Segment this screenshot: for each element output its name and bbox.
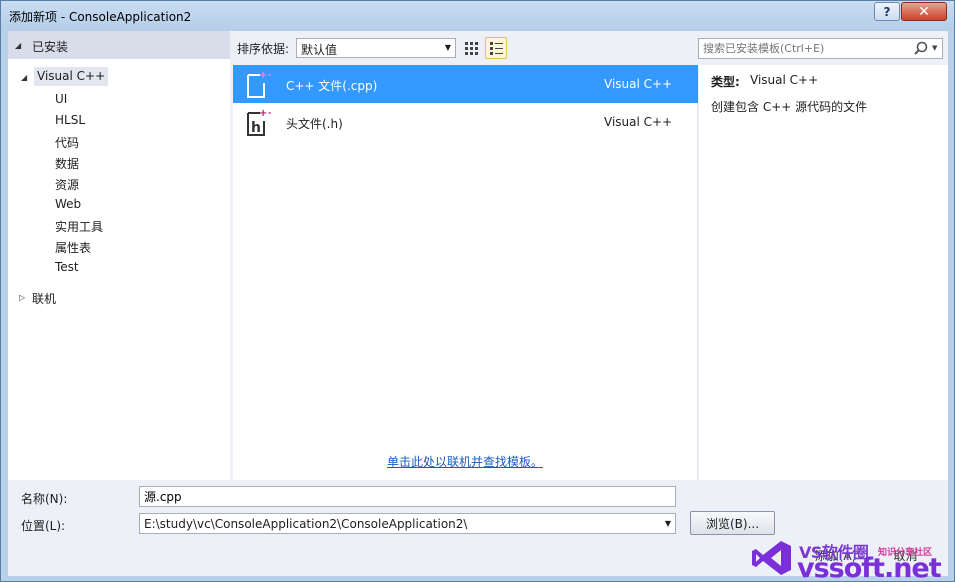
location-label: 位置(L):	[21, 519, 66, 533]
list-view-button[interactable]	[485, 37, 507, 59]
dropdown-arrow-icon: ▼	[444, 43, 451, 52]
close-button[interactable]: ✕	[901, 2, 947, 21]
sort-value: 默认值	[301, 43, 338, 57]
expand-triangle-icon[interactable]: ◢	[21, 73, 27, 82]
tree-item-ui[interactable]: UI	[55, 92, 67, 106]
svg-text:h: h	[251, 120, 261, 136]
sort-toolbar: 排序依据: 默认值 ▼	[230, 31, 698, 65]
tree-item-web[interactable]: Web	[55, 197, 81, 211]
dialog-body: ◢ 已安装 ◢ Visual C++ UI HLSL 代码 数据 资源 Web …	[8, 31, 948, 576]
search-box[interactable]: ▼	[698, 38, 943, 59]
installed-label: 已安装	[32, 40, 69, 54]
item-description: 创建包含 C++ 源代码的文件	[711, 100, 868, 114]
sort-dropdown[interactable]: 默认值 ▼	[296, 38, 456, 58]
collapsed-triangle-icon[interactable]: ▷	[19, 293, 25, 302]
search-input[interactable]	[703, 41, 903, 56]
list-item-cpp-file[interactable]: ++ C++ 文件(.cpp) Visual C++	[233, 65, 698, 103]
type-value: Visual C++	[750, 73, 819, 87]
help-button[interactable]: ?	[874, 2, 900, 21]
window-title: 添加新项 - ConsoleApplication2	[9, 10, 192, 24]
type-label: 类型:	[711, 75, 740, 89]
tree-item-property-sheets[interactable]: 属性表	[55, 239, 91, 256]
tree-item-visual-cpp[interactable]: Visual C++	[34, 67, 109, 86]
location-combobox[interactable]: E:\study\vc\ConsoleApplication2\ConsoleA…	[139, 513, 676, 534]
add-new-item-dialog: 添加新项 - ConsoleApplication2 ? ✕ ◢ 已安装 ◢ V…	[0, 0, 955, 582]
online-templates-link[interactable]: 单击此处以联机并查找模板。	[387, 453, 543, 470]
sort-label: 排序依据:	[237, 42, 290, 56]
name-field[interactable]	[139, 486, 676, 507]
collapse-triangle-icon: ◢	[15, 41, 22, 50]
watermark: VS软件圈 知识分享社区 vssoft.net	[751, 535, 954, 582]
header-file-icon: h ++	[247, 108, 271, 136]
search-icon[interactable]	[914, 41, 928, 55]
tree-item-test[interactable]: Test	[55, 260, 79, 274]
category-tree: ◢ 已安装 ◢ Visual C++ UI HLSL 代码 数据 资源 Web …	[8, 31, 230, 480]
item-name: 头文件(.h)	[286, 117, 343, 131]
list-item-header-file[interactable]: h ++ 头文件(.h) Visual C++	[233, 103, 698, 141]
cpp-file-icon: ++	[247, 70, 271, 98]
tree-item-hlsl[interactable]: HLSL	[55, 113, 85, 127]
dropdown-arrow-icon[interactable]: ▼	[665, 519, 671, 528]
svg-text:++: ++	[259, 70, 271, 81]
item-name: C++ 文件(.cpp)	[286, 79, 378, 93]
tree-item-code[interactable]: 代码	[55, 134, 79, 151]
grid-view-icon	[465, 42, 478, 55]
location-value: E:\study\vc\ConsoleApplication2\ConsoleA…	[144, 517, 468, 531]
visual-studio-logo-icon	[752, 541, 791, 575]
tree-item-resource[interactable]: 资源	[55, 176, 79, 193]
name-label: 名称(N):	[21, 492, 68, 506]
item-language: Visual C++	[604, 115, 673, 129]
tree-item-data[interactable]: 数据	[55, 155, 79, 172]
watermark-domain: vssoft.net	[797, 553, 942, 582]
search-options-arrow-icon[interactable]: ▼	[932, 44, 937, 52]
name-input[interactable]	[144, 489, 669, 504]
list-view-icon	[490, 42, 503, 55]
item-language: Visual C++	[604, 77, 673, 91]
grid-view-button[interactable]	[460, 37, 482, 59]
tree-item-online[interactable]: 联机	[32, 290, 56, 307]
template-list: ++ C++ 文件(.cpp) Visual C++ h ++ 头文件(.h) …	[233, 65, 698, 480]
details-panel: 类型: Visual C++ 创建包含 C++ 源代码的文件	[699, 65, 948, 480]
tree-item-utility[interactable]: 实用工具	[55, 218, 103, 235]
svg-text:++: ++	[259, 108, 271, 119]
installed-header[interactable]: ◢ 已安装	[8, 31, 230, 59]
title-bar[interactable]: 添加新项 - ConsoleApplication2 ? ✕	[1, 1, 954, 31]
browse-button[interactable]: 浏览(B)...	[690, 511, 775, 535]
